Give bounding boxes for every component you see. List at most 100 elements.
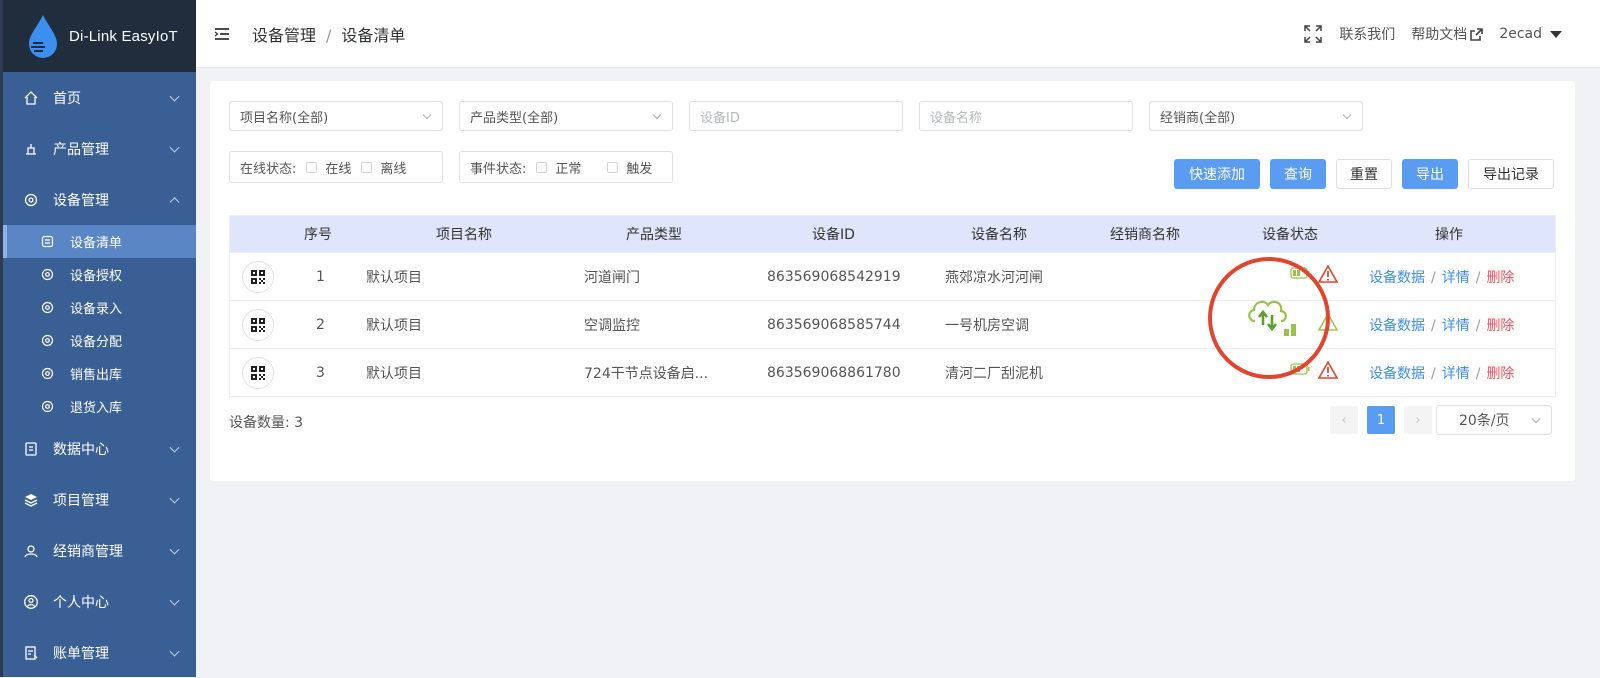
sidebar-subitem-device-list[interactable]: 设备清单 bbox=[3, 225, 196, 258]
sidebar: Di-Link EasyIoT 首页 产品管理 设备管理 设备清单 设备授权 设 bbox=[0, 0, 196, 677]
column-header-status: 设备状态 bbox=[1262, 227, 1318, 243]
column-header-product: 产品类型 bbox=[626, 227, 682, 243]
detail-link[interactable]: 详情 bbox=[1442, 366, 1470, 382]
sidebar-item-label: 首页 bbox=[53, 90, 81, 107]
username: 2ecad bbox=[1499, 26, 1542, 42]
detail-link[interactable]: 详情 bbox=[1442, 318, 1470, 334]
online-checkbox-label[interactable]: 在线 bbox=[325, 158, 351, 177]
export-log-button[interactable]: 导出记录 bbox=[1468, 159, 1554, 189]
device-name-placeholder: 设备名称 bbox=[930, 110, 983, 126]
cell-index: 1 bbox=[316, 268, 325, 285]
device-id-placeholder: 设备ID bbox=[700, 110, 740, 126]
qr-code-button[interactable] bbox=[242, 260, 274, 293]
cell-device-name: 一号机房空调 bbox=[945, 317, 1029, 334]
column-header-index: 序号 bbox=[304, 227, 332, 243]
sidebar-item-device[interactable]: 设备管理 bbox=[3, 174, 196, 225]
delete-link[interactable]: 删除 bbox=[1486, 318, 1514, 334]
product-icon bbox=[23, 141, 39, 157]
user-menu[interactable]: 2ecad bbox=[1499, 26, 1562, 42]
offline-checkbox-label[interactable]: 离线 bbox=[380, 158, 406, 177]
sidebar-item-bill[interactable]: 账单管理 bbox=[3, 627, 196, 678]
chevron-down-icon bbox=[422, 110, 432, 120]
contact-link[interactable]: 联系我们 bbox=[1339, 24, 1395, 44]
highlight-circle bbox=[1208, 257, 1330, 379]
breadcrumb-item[interactable]: 设备管理 bbox=[252, 26, 316, 45]
qr-code-button[interactable] bbox=[242, 308, 274, 341]
sidebar-item-personal[interactable]: 个人中心 bbox=[3, 576, 196, 627]
bill-icon bbox=[23, 645, 39, 661]
chevron-down-icon bbox=[652, 110, 662, 120]
product-type-select[interactable]: 产品类型(全部) bbox=[459, 101, 673, 131]
prev-page-button[interactable]: ‹ bbox=[1330, 406, 1358, 434]
sidebar-item-label: 账单管理 bbox=[53, 645, 109, 662]
gear-icon bbox=[41, 367, 54, 380]
dealer-select[interactable]: 经销商(全部) bbox=[1149, 101, 1363, 131]
cell-device-id: 863569068542919 bbox=[767, 268, 901, 285]
next-page-button[interactable]: › bbox=[1404, 406, 1432, 434]
qr-code-icon bbox=[251, 365, 265, 380]
table-row: 1 默认项目 河道闸门 863569068542919 燕郊凉水河河闸 设备数据… bbox=[230, 252, 1555, 300]
project-select[interactable]: 项目名称(全部) bbox=[229, 101, 443, 131]
sidebar-item-project[interactable]: 项目管理 bbox=[3, 474, 196, 525]
breadcrumb-separator: / bbox=[326, 25, 332, 45]
table-row: 2 默认项目 空调监控 863569068585744 一号机房空调 设备数据 /… bbox=[230, 300, 1555, 348]
normal-checkbox-label[interactable]: 正常 bbox=[555, 158, 581, 177]
device-id-input[interactable]: 设备ID bbox=[689, 101, 903, 131]
sidebar-subitem-label: 设备清单 bbox=[70, 236, 123, 251]
sidebar-subitem-label: 退货入库 bbox=[70, 401, 123, 416]
sidebar-item-data-center[interactable]: 数据中心 bbox=[3, 423, 196, 474]
sidebar-subitem-device-auth[interactable]: 设备授权 bbox=[3, 258, 196, 291]
device-data-link[interactable]: 设备数据 bbox=[1369, 366, 1425, 382]
triggered-checkbox[interactable] bbox=[607, 161, 619, 173]
query-button[interactable]: 查询 bbox=[1270, 159, 1326, 189]
sidebar-subitem-sales-out[interactable]: 销售出库 bbox=[3, 357, 196, 390]
row-actions: 设备数据 / 详情 / 删除 bbox=[1369, 363, 1514, 383]
sidebar-item-product[interactable]: 产品管理 bbox=[3, 123, 196, 174]
sidebar-item-label: 经销商管理 bbox=[53, 543, 123, 560]
caret-down-icon bbox=[1550, 30, 1562, 38]
menu-toggle-icon[interactable] bbox=[214, 27, 230, 41]
chevron-down-icon bbox=[169, 544, 180, 555]
fullscreen-icon[interactable] bbox=[1303, 24, 1323, 44]
device-list-card: 项目名称(全部) 产品类型(全部) 设备ID 设备名称 经销商(全部) 在线状态… bbox=[210, 81, 1575, 481]
qr-code-button[interactable] bbox=[242, 356, 274, 389]
online-checkbox[interactable] bbox=[306, 161, 318, 173]
drop-logo-icon bbox=[29, 15, 57, 58]
sidebar-item-home[interactable]: 首页 bbox=[3, 72, 196, 123]
normal-checkbox[interactable] bbox=[536, 161, 548, 173]
sidebar-subitem-device-entry[interactable]: 设备录入 bbox=[3, 291, 196, 324]
column-header-dealer: 经销商名称 bbox=[1110, 227, 1180, 243]
detail-link[interactable]: 详情 bbox=[1442, 270, 1470, 286]
sidebar-subitem-label: 设备录入 bbox=[70, 302, 123, 317]
help-docs-link[interactable]: 帮助文档 bbox=[1411, 24, 1484, 44]
page-1-button[interactable]: 1 bbox=[1367, 406, 1395, 434]
device-icon bbox=[23, 192, 39, 208]
online-status-label: 在线状态: bbox=[240, 161, 297, 177]
action-separator: / bbox=[1431, 365, 1436, 382]
reset-button[interactable]: 重置 bbox=[1336, 159, 1392, 189]
device-data-link[interactable]: 设备数据 bbox=[1369, 270, 1425, 286]
logo: Di-Link EasyIoT bbox=[3, 0, 196, 72]
device-name-input[interactable]: 设备名称 bbox=[919, 101, 1133, 131]
page-size-value: 20条/页 bbox=[1459, 413, 1510, 429]
cell-index: 3 bbox=[316, 364, 325, 381]
delete-link[interactable]: 删除 bbox=[1486, 366, 1514, 382]
export-button[interactable]: 导出 bbox=[1402, 159, 1458, 189]
chevron-down-icon bbox=[169, 595, 180, 606]
row-actions: 设备数据 / 详情 / 删除 bbox=[1369, 267, 1514, 287]
user-icon bbox=[23, 594, 39, 610]
delete-link[interactable]: 删除 bbox=[1486, 270, 1514, 286]
dealer-select-value: 经销商(全部) bbox=[1160, 110, 1236, 126]
chevron-down-icon bbox=[169, 142, 180, 153]
triggered-checkbox-label[interactable]: 触发 bbox=[626, 158, 652, 177]
sidebar-item-label: 个人中心 bbox=[53, 594, 109, 611]
device-data-link[interactable]: 设备数据 bbox=[1369, 318, 1425, 334]
page-size-select[interactable]: 20条/页 bbox=[1436, 405, 1552, 435]
sidebar-item-dealer[interactable]: 经销商管理 bbox=[3, 525, 196, 576]
quick-add-button[interactable]: 快速添加 bbox=[1174, 159, 1260, 189]
sidebar-subitem-return-in[interactable]: 退货入库 bbox=[3, 390, 196, 423]
sidebar-subitem-device-assign[interactable]: 设备分配 bbox=[3, 324, 196, 357]
column-header-project: 项目名称 bbox=[436, 227, 492, 243]
chevron-down-icon bbox=[169, 646, 180, 657]
offline-checkbox[interactable] bbox=[361, 161, 373, 173]
